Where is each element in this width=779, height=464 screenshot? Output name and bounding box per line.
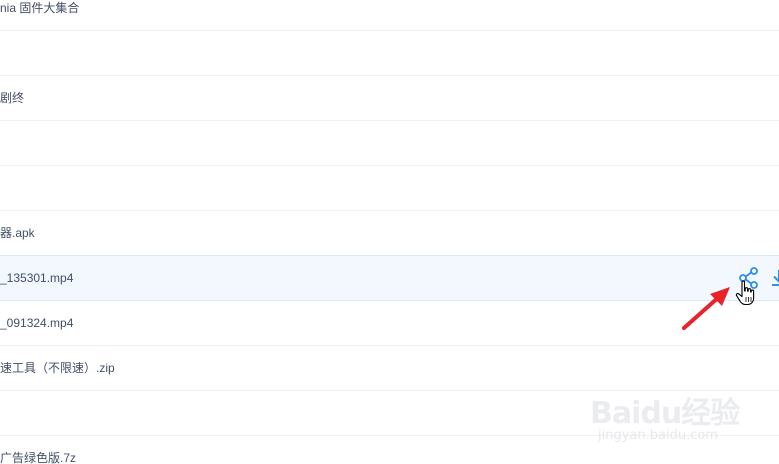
file-row[interactable] (0, 121, 779, 166)
file-row[interactable]: 速工具（不限速）.zip (0, 346, 779, 391)
file-name[interactable]: 速工具（不限速）.zip (0, 360, 115, 376)
file-name[interactable]: 器.apk (0, 225, 35, 241)
row-actions (719, 266, 779, 290)
file-row[interactable] (0, 391, 779, 436)
file-name[interactable]: 剧终 (0, 90, 24, 106)
file-row[interactable]: nia 固件大集合 (0, 0, 779, 31)
file-row[interactable] (0, 31, 779, 76)
file-name[interactable]: _135301.mp4 (0, 270, 73, 286)
download-icon[interactable] (769, 268, 779, 288)
share-icon[interactable] (737, 266, 761, 290)
file-row[interactable]: 器.apk (0, 211, 779, 256)
file-row[interactable]: _091324.mp4 (0, 301, 779, 346)
screen: nia 固件大集合 剧终 器.apk _135301.mp4 _091324.m… (0, 0, 779, 464)
file-name[interactable]: nia 固件大集合 (0, 0, 79, 16)
file-row-selected[interactable]: _135301.mp4 (0, 255, 779, 301)
file-list: nia 固件大集合 剧终 器.apk _135301.mp4 _091324.m… (0, 0, 779, 464)
file-name[interactable]: 广告绿色版.7z (0, 450, 76, 464)
file-row[interactable]: 剧终 (0, 76, 779, 121)
file-row[interactable] (0, 166, 779, 211)
file-row[interactable]: 广告绿色版.7z (0, 436, 779, 464)
file-name[interactable]: _091324.mp4 (0, 315, 73, 331)
